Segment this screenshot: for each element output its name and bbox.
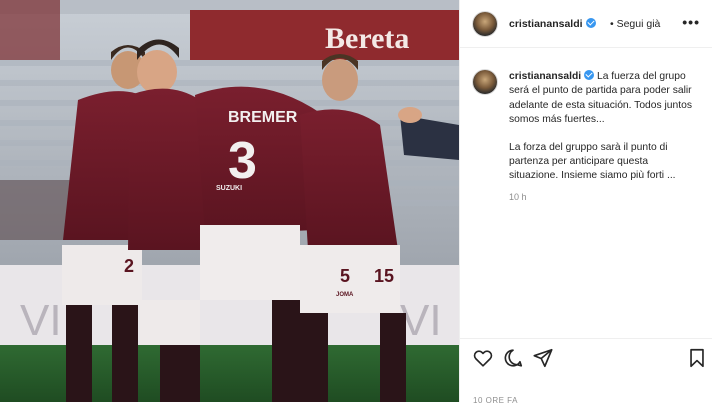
shorts-number-5: 5 xyxy=(340,266,350,286)
shirt-sponsor: SUZUKI xyxy=(216,185,242,192)
banner-text: Bereta xyxy=(325,22,409,55)
shirt-number: 3 xyxy=(228,132,257,190)
verified-badge-icon xyxy=(584,70,595,80)
post-date: 10 ORE FA xyxy=(473,396,518,405)
comment-button[interactable] xyxy=(502,347,524,369)
post-side-panel: cristianansaldi • Segui già ••• cristian… xyxy=(459,0,712,405)
celebration-image: Bereta VI VI 2 BREMER 3 SUZUKI 5 15 JOMA xyxy=(0,0,459,402)
like-button[interactable] xyxy=(472,347,494,369)
caption-text: cristianansaldi La fuerza del grupo será… xyxy=(509,70,699,184)
heart-icon xyxy=(473,350,493,367)
username-text[interactable]: cristianansaldi xyxy=(509,18,583,30)
caption-avatar[interactable] xyxy=(473,70,497,94)
avatar[interactable] xyxy=(473,12,497,36)
caption-username[interactable]: cristianansaldi xyxy=(509,71,581,82)
shorts-number-15: 15 xyxy=(374,266,394,286)
username-link[interactable]: cristianansaldi xyxy=(509,18,596,30)
follow-status[interactable]: • Segui già xyxy=(610,18,660,30)
ad-board-text-left: VI xyxy=(20,296,62,345)
verified-badge-icon xyxy=(585,18,596,28)
shorts-number-2: 2 xyxy=(124,256,134,276)
bookmark-icon xyxy=(690,348,704,368)
ad-board-text-right: VI xyxy=(400,296,442,345)
share-icon xyxy=(533,348,553,368)
action-bar xyxy=(460,338,712,374)
caption-italian: La forza del gruppo sarà il punto di par… xyxy=(509,141,676,182)
shirt-name: BREMER xyxy=(228,109,298,126)
comment-icon xyxy=(504,349,523,367)
post-header: cristianansaldi • Segui già ••• xyxy=(460,0,712,48)
caption-timestamp[interactable]: 10 h xyxy=(509,192,527,202)
post-photo[interactable]: Bereta VI VI 2 BREMER 3 SUZUKI 5 15 JOMA xyxy=(0,0,459,402)
kit-brand: JOMA xyxy=(336,292,354,298)
more-options-icon[interactable]: ••• xyxy=(682,14,700,30)
save-button[interactable] xyxy=(686,347,708,369)
share-button[interactable] xyxy=(532,347,554,369)
